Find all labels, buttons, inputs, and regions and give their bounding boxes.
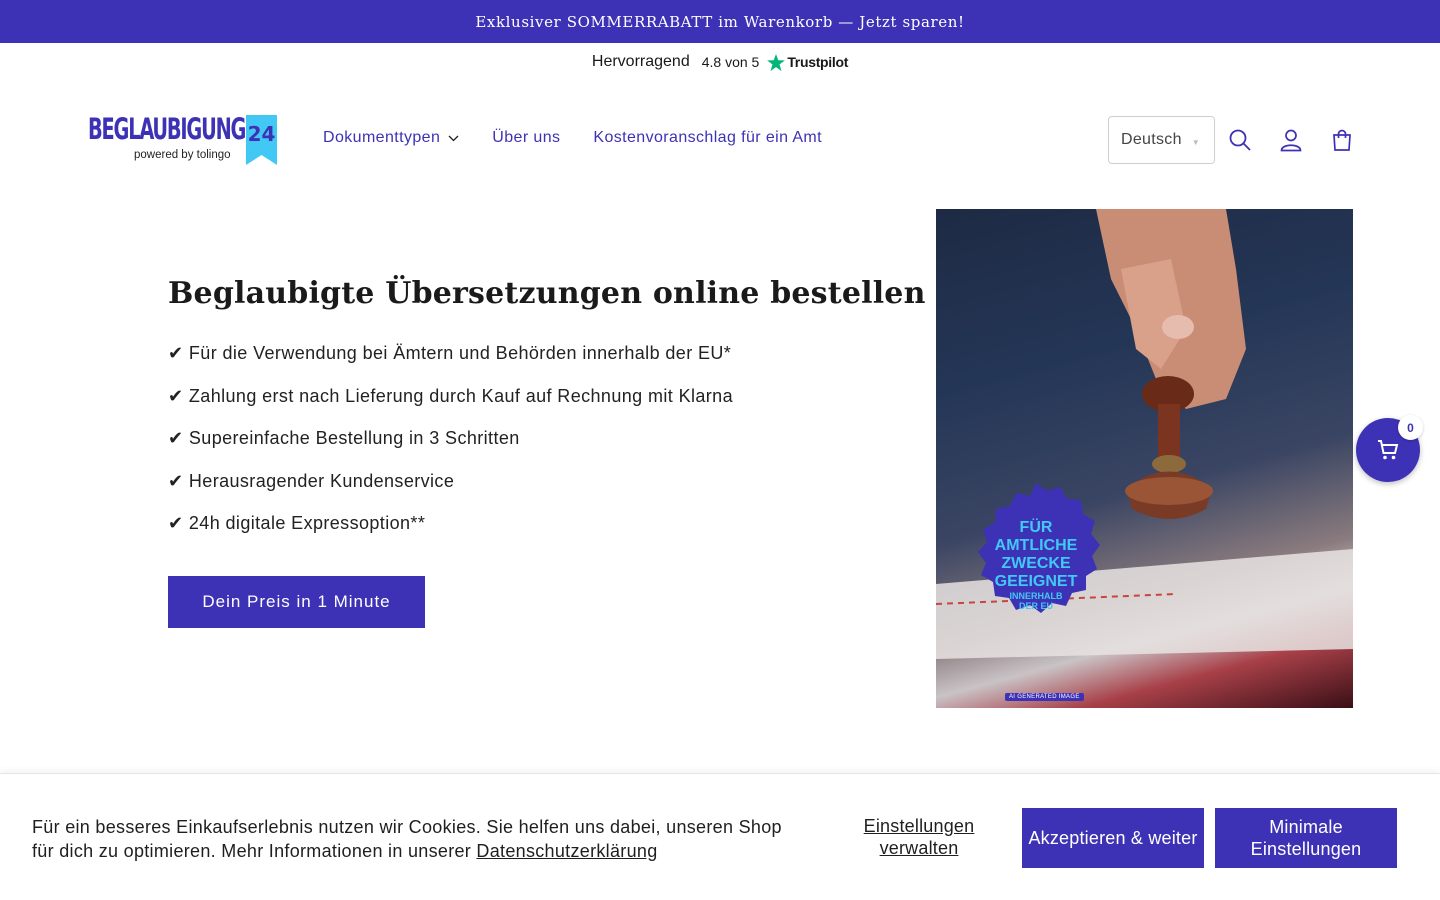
logo-badge-icon: 24 [246,115,277,165]
feature-item: ✔ Für die Verwendung bei Ämtern und Behö… [168,343,732,363]
feature-item: ✔ 24h digitale Expressoption** [168,513,426,534]
privacy-policy-link[interactable]: Datenschutzerklärung [476,841,657,861]
seal-text-6: DER EU [1019,601,1053,611]
feature-item: ✔ Herausragender Kundenservice [168,470,455,491]
hero-title: Beglaubigte Übersetzungen online bestell… [168,276,926,311]
logo-badge-text: 24 [248,122,276,146]
nav-item-label: Über uns [492,129,561,146]
trustpilot-brand-text: Trustpilot [787,54,849,70]
price-cta-button[interactable]: Dein Preis in 1 Minute [168,576,425,628]
nav-item-dokumenttypen[interactable]: Dokumenttypen [323,129,459,147]
feature-item: ✔ Zahlung erst nach Lieferung durch Kauf… [168,385,734,406]
seal-badge-icon: FÜR AMTLICHE ZWECKE GEEIGNET INNERHALB D… [978,483,1100,613]
site-header: BEGLAUBIGUNG 24 powered by tolingo Dokum… [0,81,1440,199]
feature-item: ✔ Supereinfache Bestellung in 3 Schritte… [168,428,520,449]
star-icon [767,53,786,71]
hero-image: FÜR AMTLICHE ZWECKE GEEIGNET INNERHALB D… [936,209,1353,708]
cookie-text: Für ein besseres Einkaufserlebnis nutzen… [32,817,782,861]
search-icon[interactable] [1226,126,1254,154]
nav-item-label: Kostenvoranschlag für ein Amt [593,129,822,146]
nav-item-ueber-uns[interactable]: Über uns [492,129,560,147]
cart-count-badge: 0 [1398,415,1423,440]
account-icon[interactable] [1277,126,1305,154]
announcement-bar[interactable]: Exklusiver SOMMERRABATT im Warenkorb — J… [0,0,1440,43]
trustpilot-logo: Trustpilot [767,53,849,71]
language-selected: Deutsch [1121,131,1182,148]
manage-settings-link[interactable]: Einstellungen verwalten [849,815,989,859]
trustpilot-rating-label: Hervorragend [591,53,690,70]
select-caret-icon: ▼ [1191,138,1200,147]
site-logo[interactable]: BEGLAUBIGUNG 24 powered by tolingo [88,113,280,167]
nav-item-kostenvoranschlag[interactable]: Kostenvoranschlag für ein Amt [593,129,822,147]
logo-wordmark: BEGLAUBIGUNG [88,112,246,146]
trustpilot-score: 4.8 von 5 [701,54,760,70]
shopping-cart-icon [1378,440,1399,460]
feature-list: ✔ Für die Verwendung bei Ämtern und Behö… [168,343,733,556]
seal-text-3: ZWECKE [1001,555,1071,572]
nav-item-label: Dokumenttypen [323,129,441,146]
main-navigation: Dokumenttypen Über uns Kostenvoranschlag… [323,129,855,147]
hero-illustration [936,209,1353,659]
seal-text-4: GEEIGNET [995,573,1078,590]
seal-text-2: AMTLICHE [995,537,1078,554]
cookie-banner: Für ein besseres Einkaufserlebnis nutzen… [0,773,1440,900]
seal-text-5: INNERHALB [1010,591,1063,601]
accept-cookies-button[interactable]: Akzeptieren & weiter [1022,808,1204,868]
cart-icon[interactable] [1328,126,1356,154]
ai-generated-tag: AI GENERATED IMAGE [1005,693,1084,701]
announcement-text: Exklusiver SOMMERRABATT im Warenkorb — J… [475,12,965,31]
minimal-settings-button[interactable]: Minimale Einstellungen [1215,808,1397,868]
chevron-down-icon [448,135,459,141]
language-selector[interactable]: Deutsch ▼ [1108,116,1215,164]
trustpilot-widget[interactable]: Hervorragend 4.8 von 5 Trustpilot [0,43,1440,81]
logo-tagline: powered by tolingo [134,149,231,161]
cookie-message: Für ein besseres Einkaufserlebnis nutzen… [32,815,792,863]
seal-text-1: FÜR [1020,517,1053,536]
